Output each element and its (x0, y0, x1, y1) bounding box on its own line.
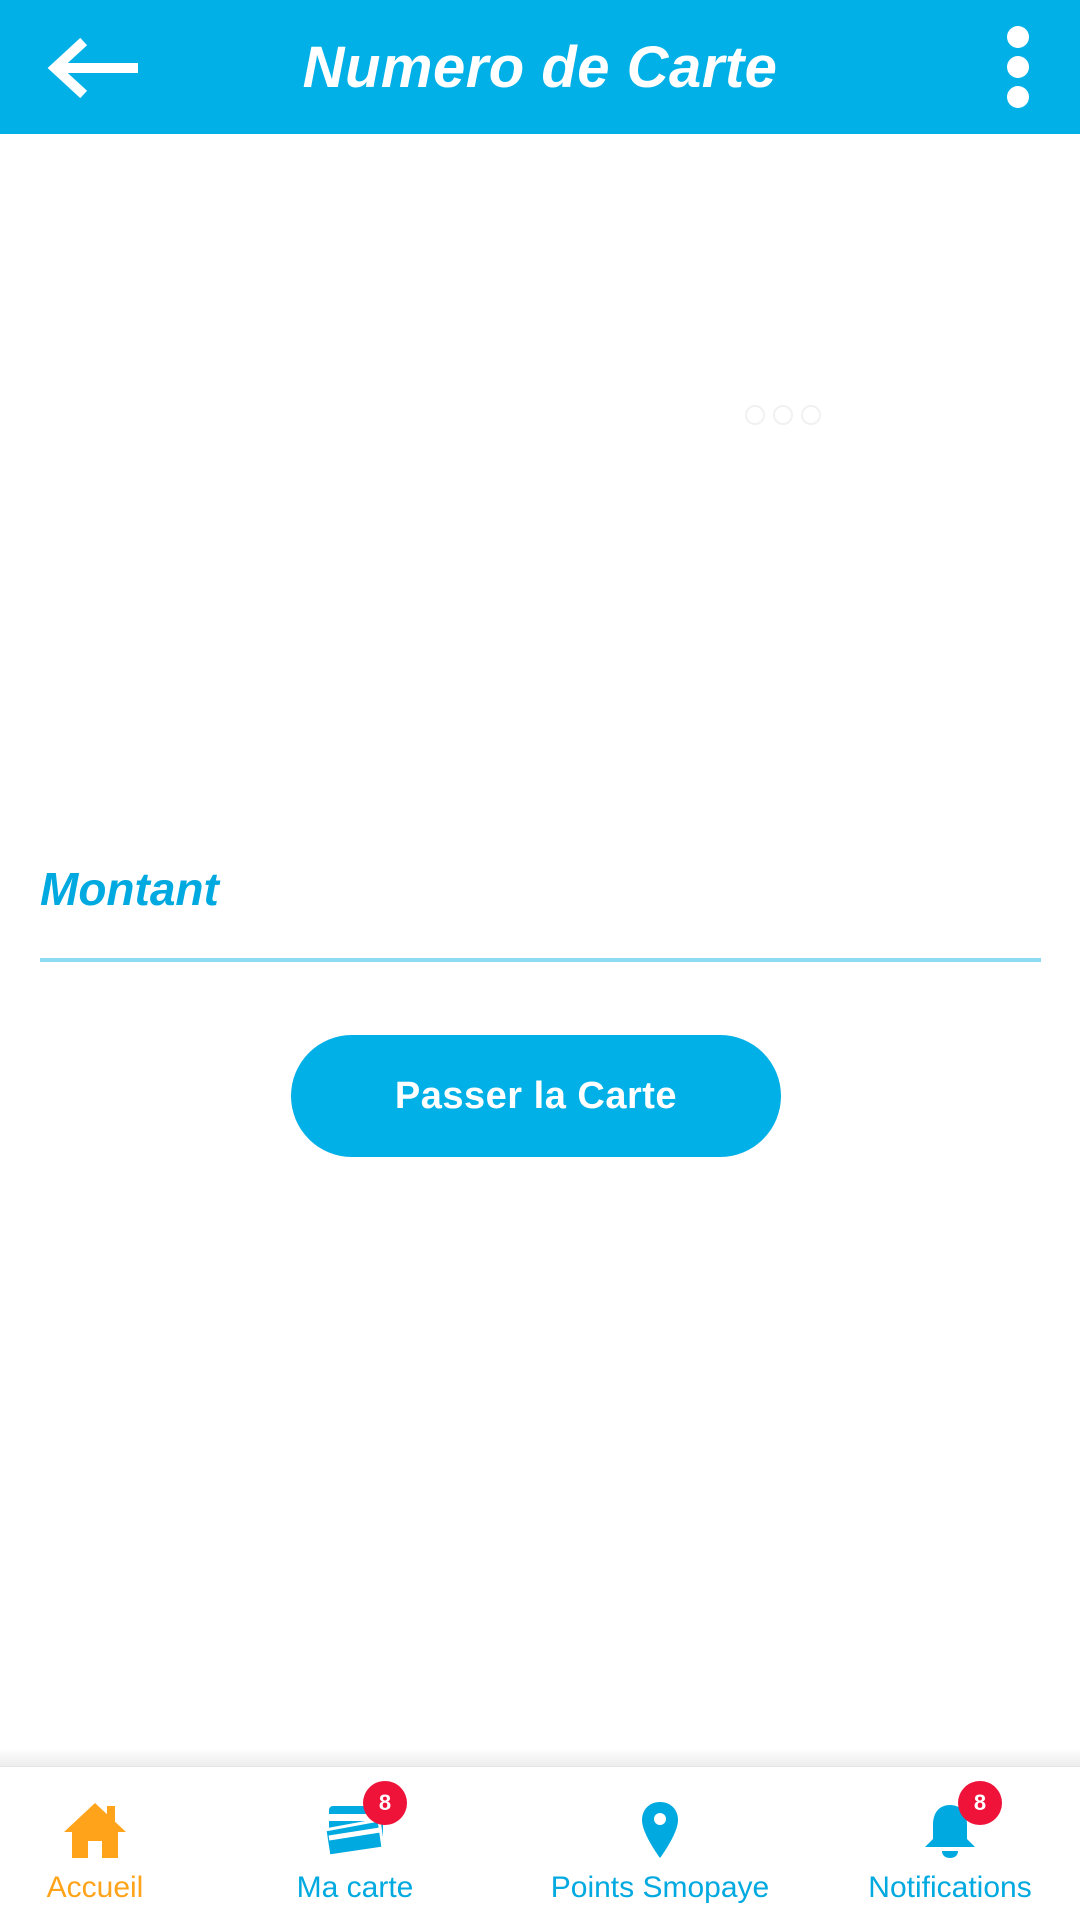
nav-item-notifications[interactable]: 8 Notifications (855, 1767, 1045, 1920)
nav-item-my-card[interactable]: 8 Ma carte (255, 1767, 455, 1920)
nav-label-home: Accueil (46, 1871, 144, 1904)
pass-card-button[interactable]: Passer la Carte (291, 1035, 781, 1157)
card-badge: 8 (363, 1781, 407, 1825)
overflow-menu-button[interactable] (988, 22, 1048, 112)
nav-item-home[interactable]: Accueil (0, 1767, 190, 1920)
nav-label-smopaye-points: Points Smopaye (550, 1871, 770, 1904)
nav-label-my-card: Ma carte (296, 1871, 414, 1904)
amount-input[interactable] (40, 852, 1045, 954)
loading-dot (801, 405, 821, 425)
loading-indicator (745, 400, 835, 430)
loading-dot (773, 405, 793, 425)
app-bar: Numero de Carte (0, 0, 1080, 134)
amount-underline (40, 958, 1041, 962)
nav-icon-container: 8 (315, 1781, 407, 1863)
nav-item-smopaye-points[interactable]: Points Smopaye (540, 1767, 780, 1920)
nav-icon-container (620, 1797, 700, 1863)
location-pin-icon (642, 1802, 678, 1858)
page-title: Numero de Carte (302, 34, 778, 100)
nav-icon-container: 8 (910, 1781, 1002, 1863)
notifications-badge: 8 (958, 1781, 1002, 1825)
bottom-nav-shadow (0, 1748, 1080, 1768)
home-icon (64, 1803, 126, 1858)
nav-icon-container (55, 1797, 135, 1863)
loading-dot (745, 405, 765, 425)
app-root: Numero de Carte Montant Passer la Carte (0, 0, 1080, 1920)
bottom-navigation: Accueil 8 Ma carte Points Smopaye 8 Noti… (0, 1766, 1080, 1920)
nav-label-notifications: Notifications (868, 1871, 1032, 1904)
more-vertical-icon (1007, 26, 1029, 108)
amount-field: Montant (40, 852, 1045, 964)
